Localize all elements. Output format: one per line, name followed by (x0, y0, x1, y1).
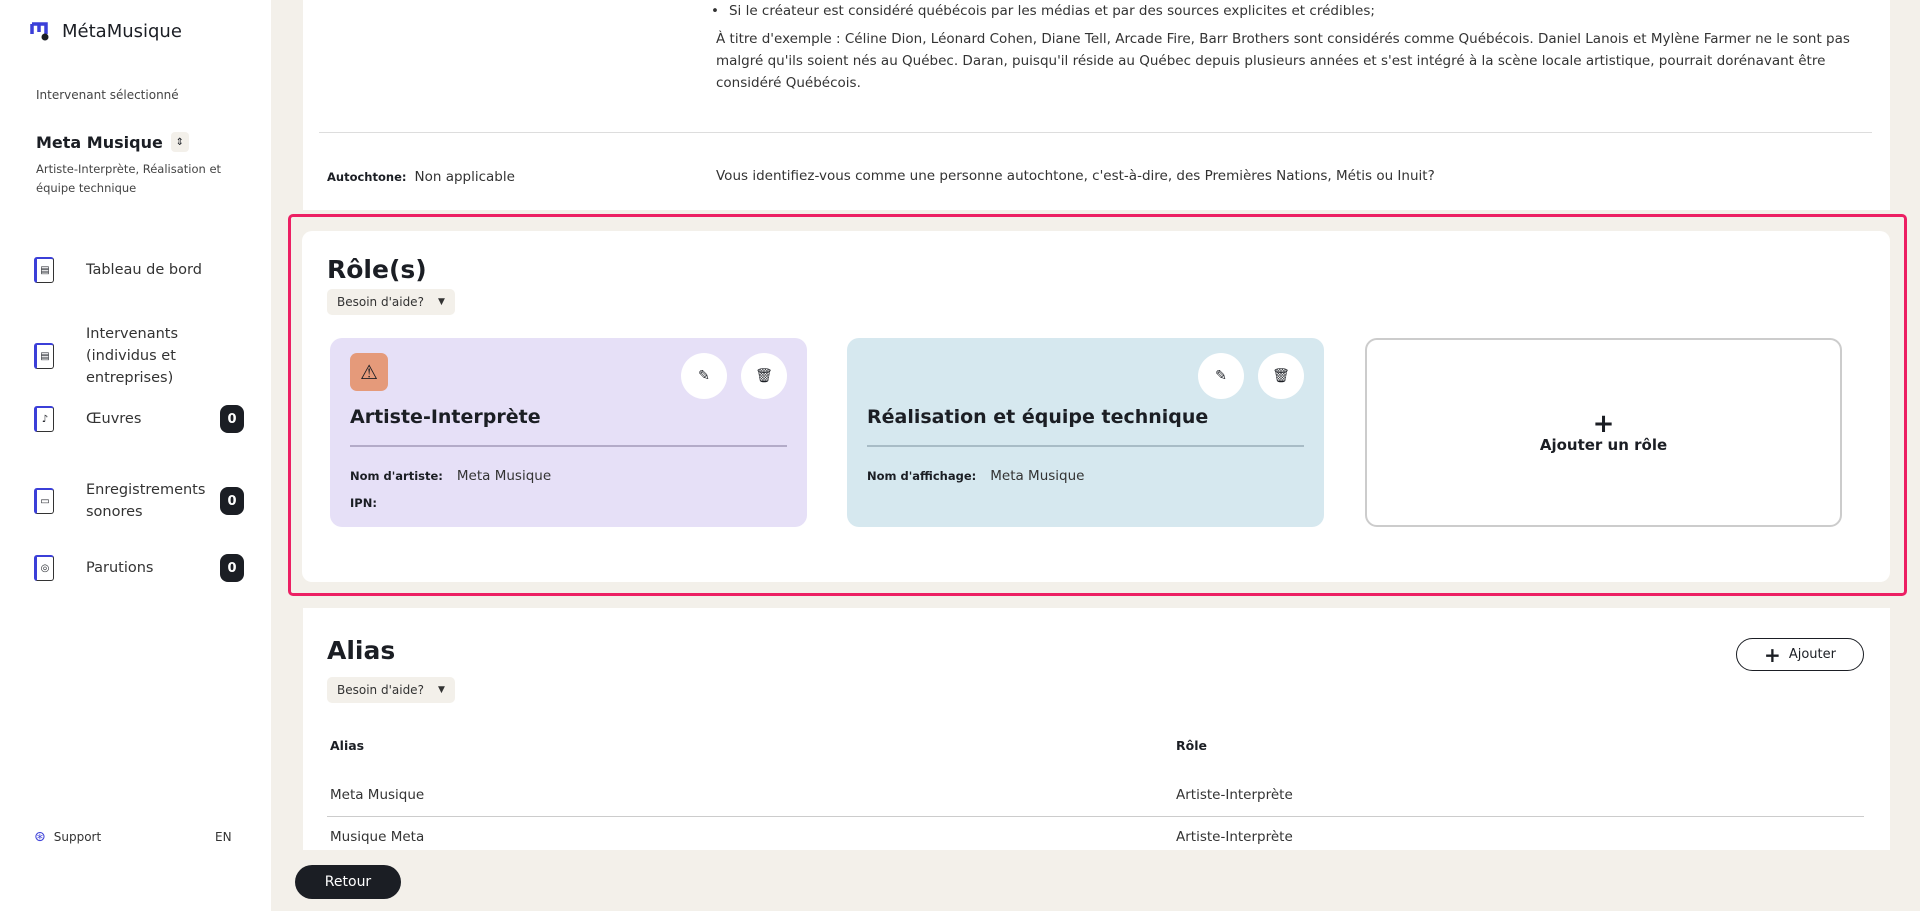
selected-label: Intervenant sélectionné (36, 88, 179, 102)
field-value: Meta Musique (990, 468, 1085, 484)
app-logo[interactable]: MétaMusique (30, 20, 182, 42)
alias-cell: Meta Musique (330, 787, 425, 803)
dashboard-icon: ▤ (34, 343, 54, 369)
alias-cell: Musique Meta (330, 829, 425, 845)
sidebar-item-recordings[interactable]: ▭ Enregistrements sonores 0 (34, 479, 244, 523)
role-title: Artiste-Interprète (350, 406, 541, 428)
lifebuoy-icon: ⊛ (34, 829, 46, 845)
dashboard-icon: ▤ (34, 257, 54, 283)
column-header-alias: Alias (330, 738, 365, 753)
caret-down-icon: ▼ (437, 297, 445, 307)
plus-icon: + (1764, 642, 1781, 667)
roles-title: Rôle(s) (327, 255, 427, 284)
app-name: MétaMusique (62, 20, 182, 42)
alias-section: Alias Besoin d'aide? ▼ + Ajouter Alias Rôl… (303, 608, 1890, 850)
help-label: Besoin d'aide? (337, 295, 424, 309)
role-card: ✎ 🗑 Réalisation et équipe technique Nom … (847, 338, 1324, 527)
edit-icon: ✎ (1215, 368, 1227, 384)
sidebar-item-works[interactable]: ♪ Œuvres 0 (34, 405, 244, 433)
disc-icon: ◎ (34, 555, 54, 581)
count-badge: 0 (220, 554, 244, 582)
trash-icon: 🗑 (755, 368, 773, 384)
back-button[interactable]: Retour (295, 865, 401, 899)
autochtone-label: Autochtone: (327, 170, 407, 184)
selected-name: Meta Musique (36, 132, 163, 152)
logo-icon (30, 22, 49, 41)
nav-label: Tableau de bord (86, 262, 202, 278)
row-divider (327, 816, 1864, 817)
bullet-text: Si le créateur est considéré québécois p… (728, 3, 1375, 19)
nav-label: Œuvres (86, 411, 142, 427)
add-role-button[interactable]: + Ajouter un rôle (1365, 338, 1842, 527)
music-sheet-icon: ♪ (34, 406, 54, 432)
add-role-label: Ajouter un rôle (1539, 435, 1668, 454)
field-label: Nom d'artiste: (350, 469, 443, 483)
delete-button[interactable]: 🗑 (1258, 353, 1304, 399)
criteria-bullet: • Si le créateur est considéré québécois … (711, 0, 1375, 22)
entity-switcher[interactable]: Meta Musique ⇕ (36, 132, 189, 152)
warning-icon: ⚠ (350, 353, 388, 391)
add-alias-button[interactable]: + Ajouter (1736, 638, 1864, 671)
autochtone-field: Autochtone: Non applicable (327, 166, 515, 188)
roles-section: Rôle(s) Besoin d'aide? ▼ ⚠ ✎ 🗑 Artiste-In… (302, 231, 1890, 582)
field-label: IPN: (350, 496, 377, 510)
chevron-up-down-icon: ⇕ (170, 132, 189, 152)
support-label: Support (53, 830, 102, 844)
role-cell: Artiste-Interprète (1176, 787, 1293, 803)
nav-label: Parutions (86, 560, 154, 576)
role-cell: Artiste-Interprète (1176, 829, 1293, 845)
trash-icon: 🗑 (1272, 368, 1290, 384)
selected-roles: Artiste-Interprète, Réalisation et équip… (36, 162, 222, 195)
field-value: Meta Musique (456, 468, 552, 484)
divider (319, 132, 1872, 133)
help-dropdown[interactable]: Besoin d'aide? ▼ (327, 677, 455, 703)
column-header-role: Rôle (1176, 738, 1207, 753)
language-toggle[interactable]: EN (215, 830, 232, 844)
help-dropdown[interactable]: Besoin d'aide? ▼ (327, 289, 455, 315)
sidebar-item-releases[interactable]: ◎ Parutions 0 (34, 554, 244, 582)
edit-icon: ✎ (698, 368, 710, 384)
count-badge: 0 (220, 405, 244, 433)
role-card: ⚠ ✎ 🗑 Artiste-Interprète Nom d'artiste: M… (330, 338, 807, 527)
caret-down-icon: ▼ (437, 685, 445, 695)
autochtone-question: Vous identifiez-vous comme une personne … (716, 168, 1435, 184)
support-link[interactable]: ⊛ Support (34, 829, 101, 845)
nav-label: Intervenants (individus et entreprises) (86, 326, 179, 386)
alias-title: Alias (327, 636, 396, 665)
help-label: Besoin d'aide? (337, 683, 424, 697)
cassette-icon: ▭ (34, 488, 54, 514)
divider (867, 445, 1304, 447)
edit-button[interactable]: ✎ (1198, 353, 1244, 399)
sidebar: MétaMusique Intervenant sélectionné Meta… (0, 0, 271, 911)
plus-icon: + (1592, 408, 1615, 439)
identity-section: • Si le créateur est considéré québécois … (303, 0, 1890, 210)
field-label: Nom d'affichage: (867, 469, 977, 483)
role-title: Réalisation et équipe technique (867, 406, 1209, 428)
example-text: À titre d'exemple : Céline Dion, Léonard… (716, 31, 1850, 91)
add-label: Ajouter (1788, 647, 1836, 662)
divider (350, 445, 787, 447)
nav-label: Enregistrements sonores (86, 482, 206, 520)
edit-button[interactable]: ✎ (681, 353, 727, 399)
delete-button[interactable]: 🗑 (741, 353, 787, 399)
sidebar-item-dashboard[interactable]: ▤ Tableau de bord (34, 257, 244, 283)
count-badge: 0 (220, 487, 244, 515)
sidebar-item-contributors[interactable]: ▤ Intervenants (individus et entreprises) (34, 323, 244, 389)
bullet: • (711, 3, 719, 19)
autochtone-value: Non applicable (414, 169, 515, 185)
